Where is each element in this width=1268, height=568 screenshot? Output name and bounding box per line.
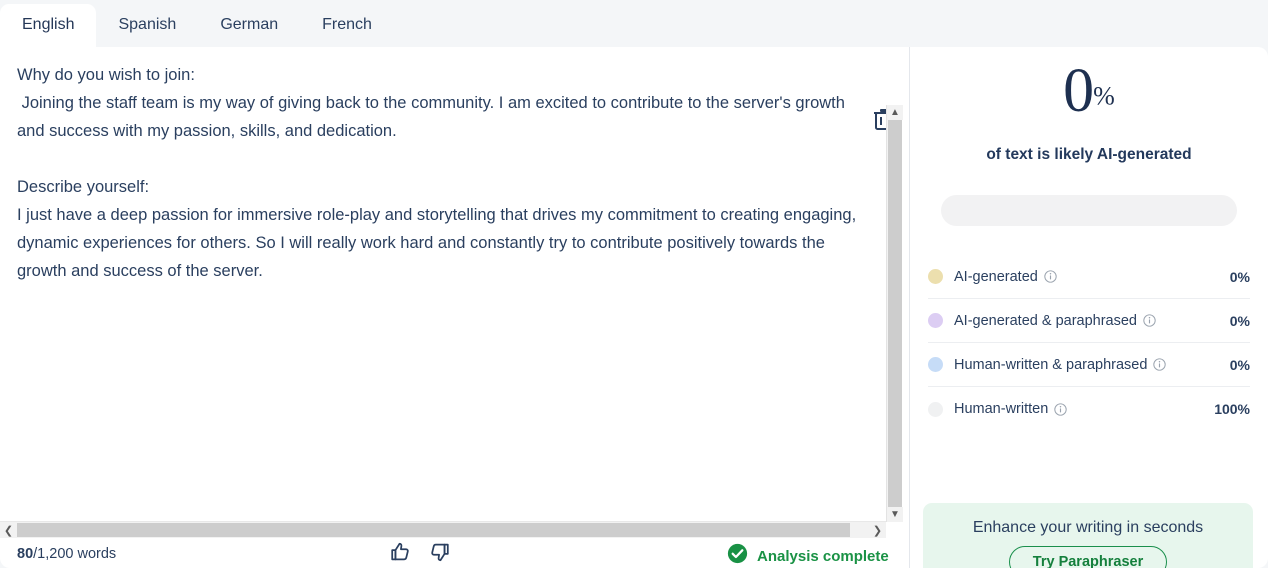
score-percent-sign: % bbox=[1093, 81, 1115, 111]
editor-text[interactable]: Why do you wish to join: Joining the sta… bbox=[17, 61, 868, 285]
legend-label: AI-generated bbox=[954, 268, 1038, 285]
info-icon[interactable] bbox=[1153, 358, 1167, 371]
editor-horizontal-scrollbar[interactable]: ❮ ❯ bbox=[0, 521, 886, 538]
info-icon[interactable] bbox=[1143, 314, 1156, 327]
legend-value: 0% bbox=[1229, 356, 1250, 373]
legend-label: AI-generated & paraphrased bbox=[954, 312, 1137, 329]
text-editor[interactable]: Why do you wish to join: Joining the sta… bbox=[0, 47, 886, 461]
score-number: 0 bbox=[1063, 57, 1094, 125]
score-caption: of text is likely AI-generated bbox=[986, 146, 1192, 163]
try-paraphraser-button[interactable]: Try Paraphraser bbox=[1008, 546, 1168, 568]
vertical-scroll-thumb[interactable] bbox=[888, 120, 902, 508]
promo-title: Enhance your writing in seconds bbox=[972, 519, 1204, 536]
word-count-limit: /1,200 words bbox=[33, 546, 117, 562]
legend-color-dot bbox=[928, 313, 943, 328]
main-card: Why do you wish to join: Joining the sta… bbox=[0, 47, 1268, 568]
status-label: Analysis complete bbox=[757, 547, 889, 565]
word-count: 80/1,200 words bbox=[17, 546, 116, 562]
info-icon[interactable] bbox=[1054, 402, 1067, 416]
feedback-controls bbox=[388, 539, 452, 565]
legend-row-human-written[interactable]: Human-written 100% bbox=[928, 387, 1250, 431]
tab-german[interactable]: German bbox=[198, 4, 300, 47]
legend-label: Human-written bbox=[954, 401, 1049, 417]
horizontal-scroll-thumb[interactable] bbox=[17, 523, 850, 537]
editor-bottom-bar: 80/1,200 words Analysis complete bbox=[0, 539, 909, 568]
chevron-up-icon[interactable]: ▲ bbox=[887, 105, 903, 120]
results-legend: AI-generated 0% AI-generated & paraphras… bbox=[928, 255, 1250, 431]
tab-spanish[interactable]: Spanish bbox=[96, 4, 198, 47]
paraphraser-promo: Enhance your writing in seconds Try Para… bbox=[923, 503, 1253, 568]
legend-label: Human-written & paraphrased bbox=[954, 356, 1148, 373]
legend-value: 0% bbox=[1229, 312, 1250, 329]
legend-value: 0% bbox=[1229, 268, 1250, 285]
legend-color-dot bbox=[928, 269, 943, 284]
legend-color-dot bbox=[928, 357, 943, 372]
legend-color-dot bbox=[928, 401, 943, 417]
legend-row-ai-generated[interactable]: AI-generated 0% bbox=[928, 255, 1250, 299]
editor-vertical-scrollbar[interactable]: ▲ ▼ bbox=[886, 105, 903, 522]
ai-score: 0% bbox=[910, 60, 1268, 122]
language-tabs: English Spanish German French bbox=[0, 0, 1268, 47]
info-icon[interactable] bbox=[1044, 270, 1057, 283]
word-count-current: 80 bbox=[17, 546, 34, 562]
ai-detector-app: English Spanish German French Why do you… bbox=[0, 0, 1268, 568]
check-circle-icon bbox=[727, 543, 748, 568]
editor-pane: Why do you wish to join: Joining the sta… bbox=[0, 47, 909, 568]
legend-row-human-written-paraphrased[interactable]: Human-written & paraphrased 0% bbox=[928, 343, 1250, 387]
score-progress-bar bbox=[941, 195, 1237, 226]
thumbs-down-icon[interactable] bbox=[428, 539, 452, 565]
legend-value: 100% bbox=[1214, 401, 1250, 417]
tab-french[interactable]: French bbox=[300, 4, 394, 47]
chevron-left-icon[interactable]: ❮ bbox=[0, 522, 17, 538]
tab-english[interactable]: English bbox=[0, 4, 97, 47]
legend-row-ai-generated-paraphrased[interactable]: AI-generated & paraphrased 0% bbox=[928, 299, 1250, 343]
chevron-right-icon[interactable]: ❯ bbox=[869, 522, 886, 538]
chevron-down-icon[interactable]: ▼ bbox=[887, 507, 903, 522]
thumbs-up-icon[interactable] bbox=[388, 539, 412, 565]
results-pane: 0% of text is likely AI-generated AI-gen… bbox=[910, 47, 1268, 568]
analysis-status: Analysis complete bbox=[727, 543, 889, 568]
